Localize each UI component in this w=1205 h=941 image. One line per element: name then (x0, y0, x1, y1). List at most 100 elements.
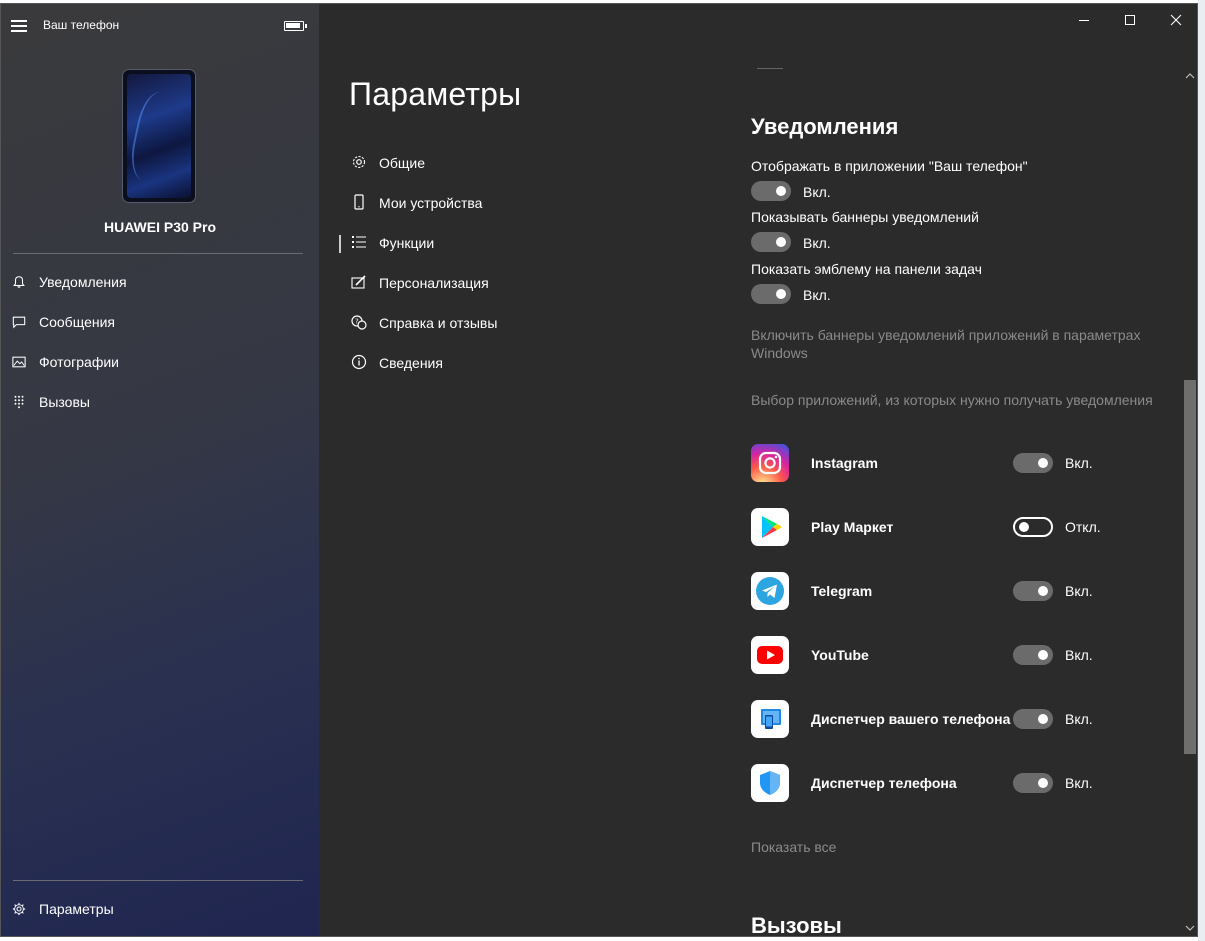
toggle-state: Вкл. (803, 235, 831, 251)
toggle-state: Вкл. (1065, 455, 1093, 471)
toggle-state: Вкл. (803, 184, 831, 200)
photo-icon (12, 356, 26, 368)
taskbar-badge-toggle[interactable] (751, 284, 791, 304)
toggle-state: Вкл. (1065, 775, 1093, 791)
page-title: Параметры (349, 76, 522, 112)
play-market-toggle[interactable] (1013, 517, 1053, 537)
youtube-icon (751, 636, 789, 674)
app-row-instagram: Instagram Вкл. (751, 444, 1171, 484)
selected-indicator (339, 235, 341, 253)
hamburger-menu-icon[interactable] (11, 20, 27, 32)
app-name: YouTube (811, 647, 869, 663)
info-icon (351, 354, 367, 370)
play-market-icon (751, 508, 789, 546)
minimize-icon (1079, 20, 1089, 21)
app-header: Ваш телефон (1, 4, 319, 48)
features-content: Уведомления Отображать в приложении "Ваш… (719, 4, 1181, 936)
sidebar-item-label: Сообщения (39, 314, 115, 330)
sidebar-item-label: Фотографии (39, 354, 120, 370)
scroll-up-icon[interactable] (1183, 70, 1197, 82)
phone-manager-toggle[interactable] (1013, 773, 1053, 793)
vertical-scrollbar[interactable] (1181, 48, 1197, 936)
show-all-link[interactable]: Показать все (751, 838, 836, 856)
menu-item-help-feedback[interactable]: ? Справка и отзывы (347, 307, 647, 339)
app-title: Ваш телефон (43, 18, 120, 32)
app-name: Диспетчер телефона (811, 775, 957, 791)
menu-item-label: Мои устройства (379, 195, 483, 211)
telegram-toggle[interactable] (1013, 581, 1053, 601)
youtube-toggle[interactable] (1013, 645, 1053, 665)
notifications-heading: Уведомления (751, 114, 899, 139)
menu-item-my-devices[interactable]: Мои устройства (347, 187, 647, 219)
menu-item-general[interactable]: Общие (347, 147, 647, 179)
sidebar-item-label: Параметры (39, 901, 114, 917)
option-label: Показывать баннеры уведомлений (751, 209, 979, 225)
app-name: Диспетчер вашего телефона (811, 711, 1011, 727)
menu-item-label: Справка и отзывы (379, 315, 498, 331)
toggle-state: Вкл. (1065, 647, 1093, 663)
scroll-down-icon[interactable] (1183, 922, 1197, 934)
phone-icon (354, 194, 364, 210)
device-name: HUAWEI P30 Pro (103, 219, 217, 235)
divider (757, 68, 783, 69)
brush-icon (351, 275, 366, 289)
app-name: Telegram (811, 583, 873, 599)
telegram-icon (751, 572, 789, 610)
minimize-button[interactable] (1061, 4, 1107, 36)
close-icon (1170, 14, 1182, 26)
toggle-state: Откл. (1065, 519, 1101, 535)
phone-companion-icon (751, 700, 789, 738)
app-row-phone-companion: Диспетчер вашего телефона Вкл. (751, 700, 1171, 740)
chat-icon (12, 316, 26, 329)
show-in-app-toggle[interactable] (751, 181, 791, 201)
sidebar-item-label: Вызовы (39, 394, 90, 410)
menu-item-label: Сведения (379, 355, 443, 371)
close-button[interactable] (1153, 4, 1197, 36)
maximize-icon (1125, 15, 1135, 25)
svg-text:?: ? (355, 318, 359, 326)
app-row-telegram: Telegram Вкл. (751, 572, 1171, 612)
bell-icon (13, 276, 25, 288)
settings-menu-pane: Параметры Общие Мои устройства Функции П… (319, 4, 719, 936)
app-name: Instagram (811, 455, 878, 471)
list-icon (352, 236, 366, 248)
app-row-phone-manager: Диспетчер телефона Вкл. (751, 764, 1171, 804)
battery-icon (284, 21, 307, 31)
sidebar-item-settings[interactable]: Параметры (1, 891, 319, 927)
navigation-pane: Ваш телефон HUAWEI P30 Pro Уведомления С… (1, 4, 319, 936)
sidebar-item-label: Уведомления (39, 274, 127, 290)
nav-divider (13, 253, 303, 254)
menu-item-features[interactable]: Функции (347, 227, 647, 259)
sidebar-item-notifications[interactable]: Уведомления (1, 264, 319, 300)
banners-toggle[interactable] (751, 232, 791, 252)
menu-item-label: Функции (379, 235, 435, 251)
menu-item-label: Общие (379, 155, 426, 171)
your-phone-window: Ваш телефон HUAWEI P30 Pro Уведомления С… (0, 3, 1198, 937)
phone-companion-toggle[interactable] (1013, 709, 1053, 729)
menu-item-personalization[interactable]: Персонализация (347, 267, 647, 299)
toggle-state: Вкл. (1065, 711, 1093, 727)
windows-settings-link[interactable]: Включить баннеры уведомлений приложений … (751, 326, 1161, 362)
instagram-toggle[interactable] (1013, 453, 1053, 473)
sidebar-item-messages[interactable]: Сообщения (1, 304, 319, 340)
app-row-play-market: Play Маркет Откл. (751, 508, 1171, 548)
calls-heading: Вызовы (751, 913, 842, 937)
instagram-icon (751, 444, 789, 482)
option-label: Отображать в приложении "Ваш телефон" (751, 158, 1028, 174)
toggle-state: Вкл. (803, 287, 831, 303)
scroll-thumb[interactable] (1184, 380, 1196, 754)
maximize-button[interactable] (1107, 4, 1153, 36)
gear-icon (12, 902, 26, 916)
background-desktop-strip (1198, 0, 1205, 941)
nav-divider (13, 880, 303, 881)
sidebar-item-calls[interactable]: Вызовы (1, 384, 319, 420)
app-name: Play Маркет (811, 519, 894, 535)
toggle-state: Вкл. (1065, 583, 1093, 599)
menu-item-about[interactable]: Сведения (347, 347, 647, 379)
option-label: Показать эмблему на панели задач (751, 261, 982, 277)
app-row-youtube: YouTube Вкл. (751, 636, 1171, 676)
apps-caption: Выбор приложений, из которых нужно получ… (751, 392, 1153, 408)
phone-image (122, 69, 196, 203)
gear-icon (352, 155, 366, 169)
sidebar-item-photos[interactable]: Фотографии (1, 344, 319, 380)
